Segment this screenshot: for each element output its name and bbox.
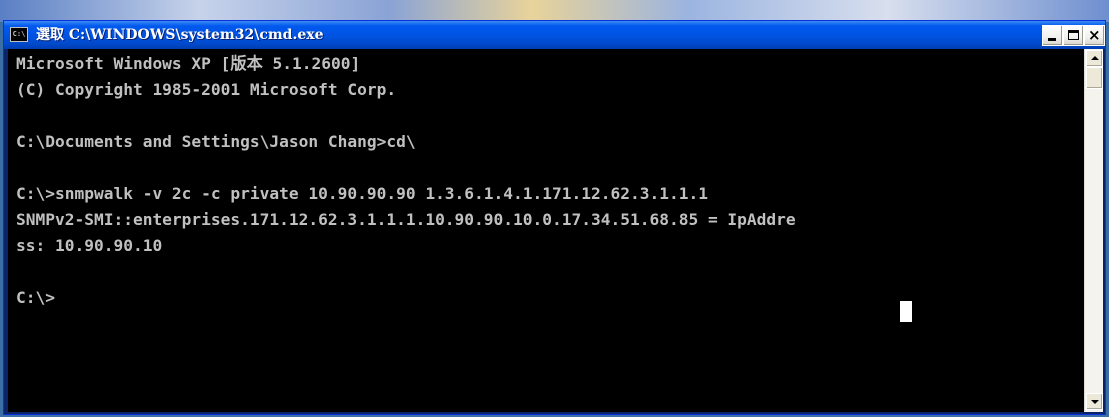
close-icon: × bbox=[1088, 26, 1101, 44]
title-bar[interactable]: C:\ 選取 C:\WINDOWS\system32\cmd.exe × bbox=[4, 21, 1105, 49]
scroll-down-button[interactable] bbox=[1086, 393, 1103, 410]
console-output[interactable]: Microsoft Windows XP [版本 5.1.2600] (C) C… bbox=[8, 49, 1084, 412]
selection-cursor bbox=[900, 301, 912, 322]
console-line: ss: 10.90.90.10 bbox=[16, 236, 163, 255]
desktop-background bbox=[0, 0, 1109, 22]
minimize-icon bbox=[1048, 38, 1056, 41]
console-prompt: C:\> bbox=[16, 288, 55, 307]
window-title: 選取 C:\WINDOWS\system32\cmd.exe bbox=[36, 27, 324, 43]
maximize-button[interactable] bbox=[1063, 25, 1084, 46]
console-line: (C) Copyright 1985-2001 Microsoft Corp. bbox=[16, 80, 397, 99]
console-line: C:\Documents and Settings\Jason Chang>cd… bbox=[16, 132, 416, 151]
minimize-button[interactable] bbox=[1042, 25, 1063, 46]
scroll-up-button[interactable] bbox=[1086, 50, 1103, 67]
maximize-icon bbox=[1068, 30, 1079, 40]
close-button[interactable]: × bbox=[1084, 25, 1105, 46]
console-line: C:\>snmpwalk -v 2c -c private 10.90.90.9… bbox=[16, 184, 708, 203]
cmd-console-icon[interactable]: C:\ bbox=[10, 27, 28, 42]
console-line: Microsoft Windows XP [版本 5.1.2600] bbox=[16, 54, 361, 73]
scroll-thumb[interactable] bbox=[1086, 67, 1103, 89]
vertical-scrollbar[interactable] bbox=[1084, 49, 1103, 412]
arrow-down-icon bbox=[1091, 400, 1099, 404]
console-line: SNMPv2-SMI::enterprises.171.12.62.3.1.1.… bbox=[16, 210, 796, 229]
cmd-window: C:\ 選取 C:\WINDOWS\system32\cmd.exe × Mic… bbox=[3, 20, 1106, 415]
arrow-up-icon bbox=[1091, 56, 1099, 60]
